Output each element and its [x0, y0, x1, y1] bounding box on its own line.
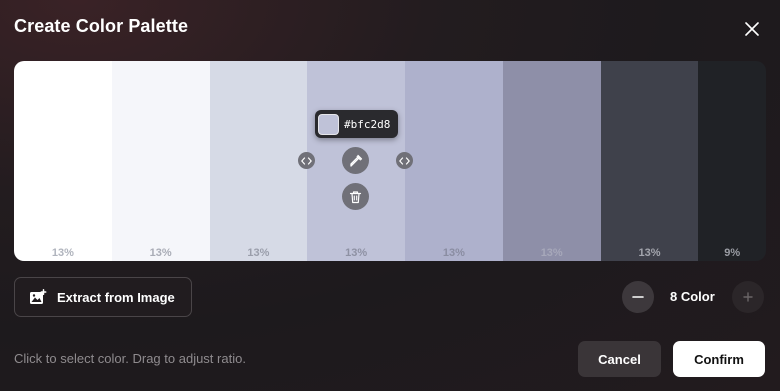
- image-plus-icon: [30, 289, 47, 304]
- palette-swatch[interactable]: 13%: [600, 61, 699, 261]
- eyedropper-button[interactable]: [342, 147, 369, 174]
- dialog-title: Create Color Palette: [14, 16, 189, 36]
- color-hex-tooltip: #bfc2d8: [315, 110, 399, 138]
- plus-icon: [743, 292, 753, 302]
- close-icon: [745, 22, 759, 36]
- swatch-ratio-label: 13%: [442, 247, 465, 259]
- resize-handle-icon: [399, 156, 410, 165]
- palette-swatch[interactable]: 13%: [209, 61, 308, 261]
- swatch-ratio-label: 13%: [149, 247, 172, 259]
- swatch-ratio-label: 13%: [51, 247, 74, 259]
- swatch-ratio-label: 13%: [345, 247, 368, 259]
- swatch-ratio-label: 13%: [247, 247, 270, 259]
- help-hint-text: Click to select color. Drag to adjust ra…: [14, 351, 246, 366]
- swatch-ratio-label: 9%: [724, 247, 741, 259]
- palette-swatch[interactable]: 13%: [111, 61, 210, 261]
- decrease-color-count-button[interactable]: [622, 281, 654, 313]
- extract-button-label: Extract from Image: [57, 289, 175, 305]
- color-count: 8 Color: [670, 289, 715, 304]
- ratio-handle-right[interactable]: [396, 152, 413, 169]
- trash-icon: [349, 190, 362, 203]
- palette-bar[interactable]: 13% 13% 13% 13% 13% 13% 13% 9%: [14, 61, 766, 261]
- selected-color-hex: #bfc2d8: [344, 117, 391, 131]
- increase-color-count-button[interactable]: [732, 281, 764, 313]
- close-button[interactable]: [740, 17, 764, 41]
- cancel-button[interactable]: Cancel: [578, 341, 661, 377]
- ratio-handle-left[interactable]: [298, 152, 315, 169]
- swatch-ratio-label: 13%: [638, 247, 661, 259]
- create-color-palette-dialog: Create Color Palette 13% 13% 13% 13% 13% 13% 1…: [0, 0, 780, 391]
- resize-handle-icon: [301, 156, 312, 165]
- selected-color-chip: [318, 113, 339, 135]
- delete-color-button[interactable]: [342, 183, 369, 210]
- extract-from-image-button[interactable]: Extract from Image: [14, 277, 192, 317]
- palette-swatch[interactable]: 13%: [14, 61, 112, 261]
- swatch-ratio-label: 13%: [540, 247, 563, 259]
- palette-swatch[interactable]: 13%: [405, 61, 503, 261]
- palette-swatch[interactable]: 13%: [502, 61, 601, 261]
- eyedropper-icon: [349, 154, 362, 167]
- minus-icon: [632, 296, 644, 298]
- palette-swatch[interactable]: 9%: [698, 61, 766, 261]
- confirm-button[interactable]: Confirm: [673, 341, 765, 377]
